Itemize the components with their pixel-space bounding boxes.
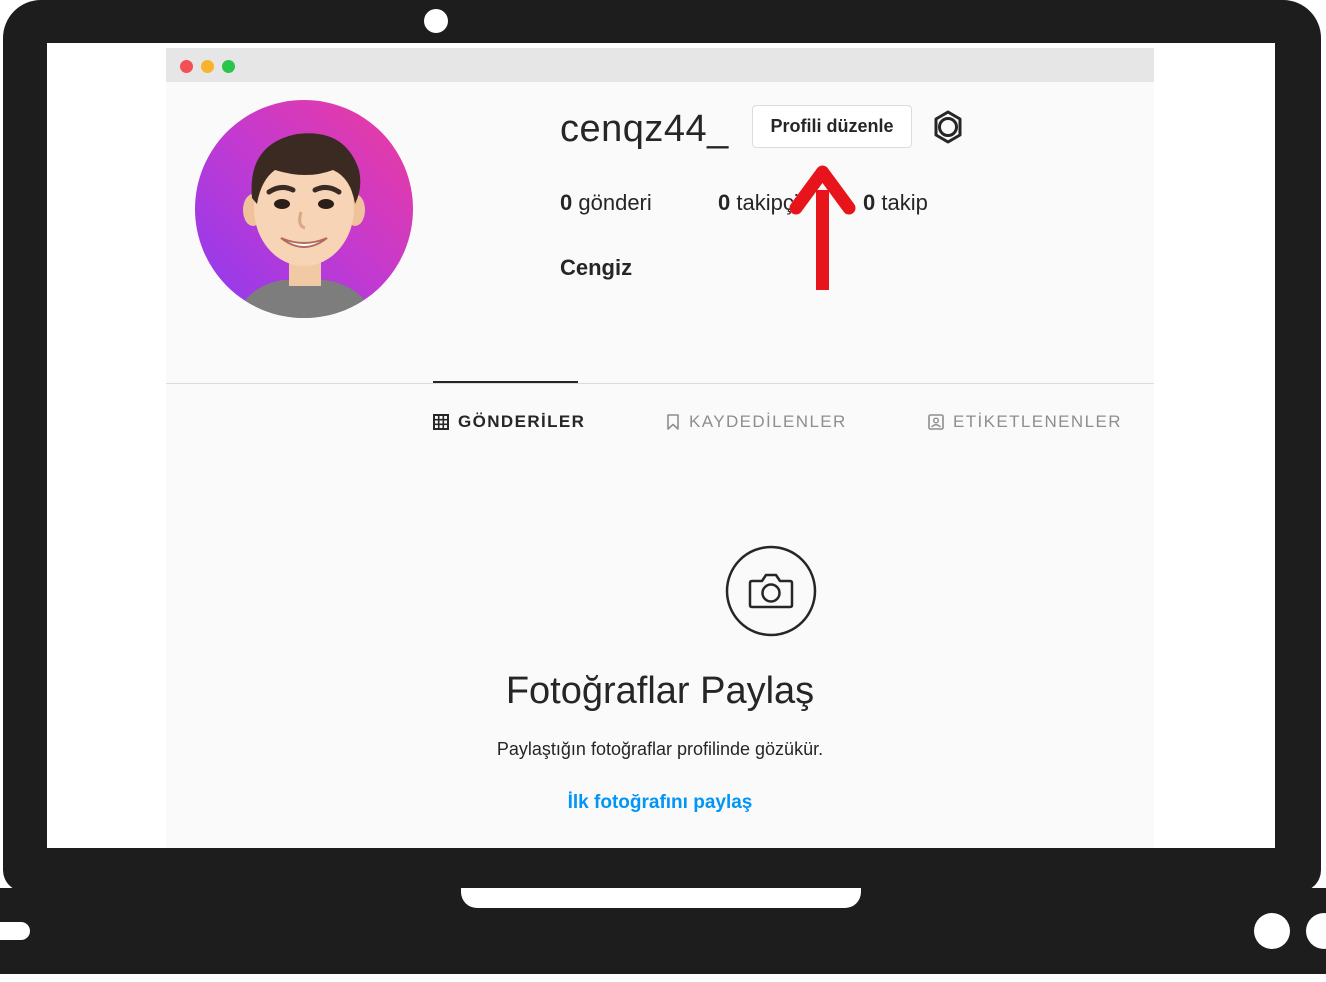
- tab-label: ETİKETLENENLER: [953, 412, 1122, 431]
- laptop-indicator-light: [1254, 913, 1290, 949]
- grid-icon: [433, 414, 449, 430]
- gear-icon[interactable]: [930, 109, 966, 145]
- bookmark-icon: [667, 414, 679, 430]
- browser-window: cenqz44_ Profili düzenle 0 gönderi 0 tak…: [166, 48, 1154, 848]
- tab-label: GÖNDERİLER: [458, 412, 586, 431]
- empty-state-subtitle: Paylaştığın fotoğraflar profilinde gözük…: [496, 739, 824, 759]
- profile-username: cenqz44_: [560, 108, 729, 150]
- profile-avatar[interactable]: [195, 100, 413, 318]
- edit-profile-button[interactable]: Profili düzenle: [752, 105, 912, 148]
- active-tab-indicator: [433, 381, 578, 383]
- tab-label: KAYDEDİLENLER: [689, 412, 847, 431]
- posts-count: 0 gönderi: [560, 190, 652, 215]
- camera-icon: [725, 545, 817, 637]
- tagged-icon: [928, 414, 944, 430]
- share-first-photo-link[interactable]: İlk fotoğrafını paylaş: [166, 792, 1154, 814]
- red-arrow-up-icon: [789, 165, 856, 290]
- tab-posts[interactable]: GÖNDERİLER: [433, 412, 585, 432]
- tab-tagged[interactable]: ETİKETLENENLER: [928, 412, 1122, 432]
- minimize-window-button[interactable]: [201, 60, 214, 73]
- tabs-divider: [166, 383, 1154, 384]
- window-titlebar: [166, 48, 1154, 82]
- empty-state-title: Fotoğraflar Paylaş: [505, 670, 815, 712]
- laptop-port: [0, 922, 30, 940]
- maximize-window-button[interactable]: [222, 60, 235, 73]
- profile-full-name: Cengiz: [560, 255, 633, 280]
- followers-count[interactable]: 0 takipçi: [718, 190, 799, 216]
- laptop-screen: cenqz44_ Profili düzenle 0 gönderi 0 tak…: [47, 43, 1275, 848]
- following-count[interactable]: 0 takip: [863, 190, 928, 216]
- avatar-illustration: [235, 133, 375, 318]
- laptop-notch: [461, 888, 861, 908]
- close-window-button[interactable]: [180, 60, 193, 73]
- tab-saved[interactable]: KAYDEDİLENLER: [666, 412, 847, 432]
- webcam-icon: [424, 9, 448, 33]
